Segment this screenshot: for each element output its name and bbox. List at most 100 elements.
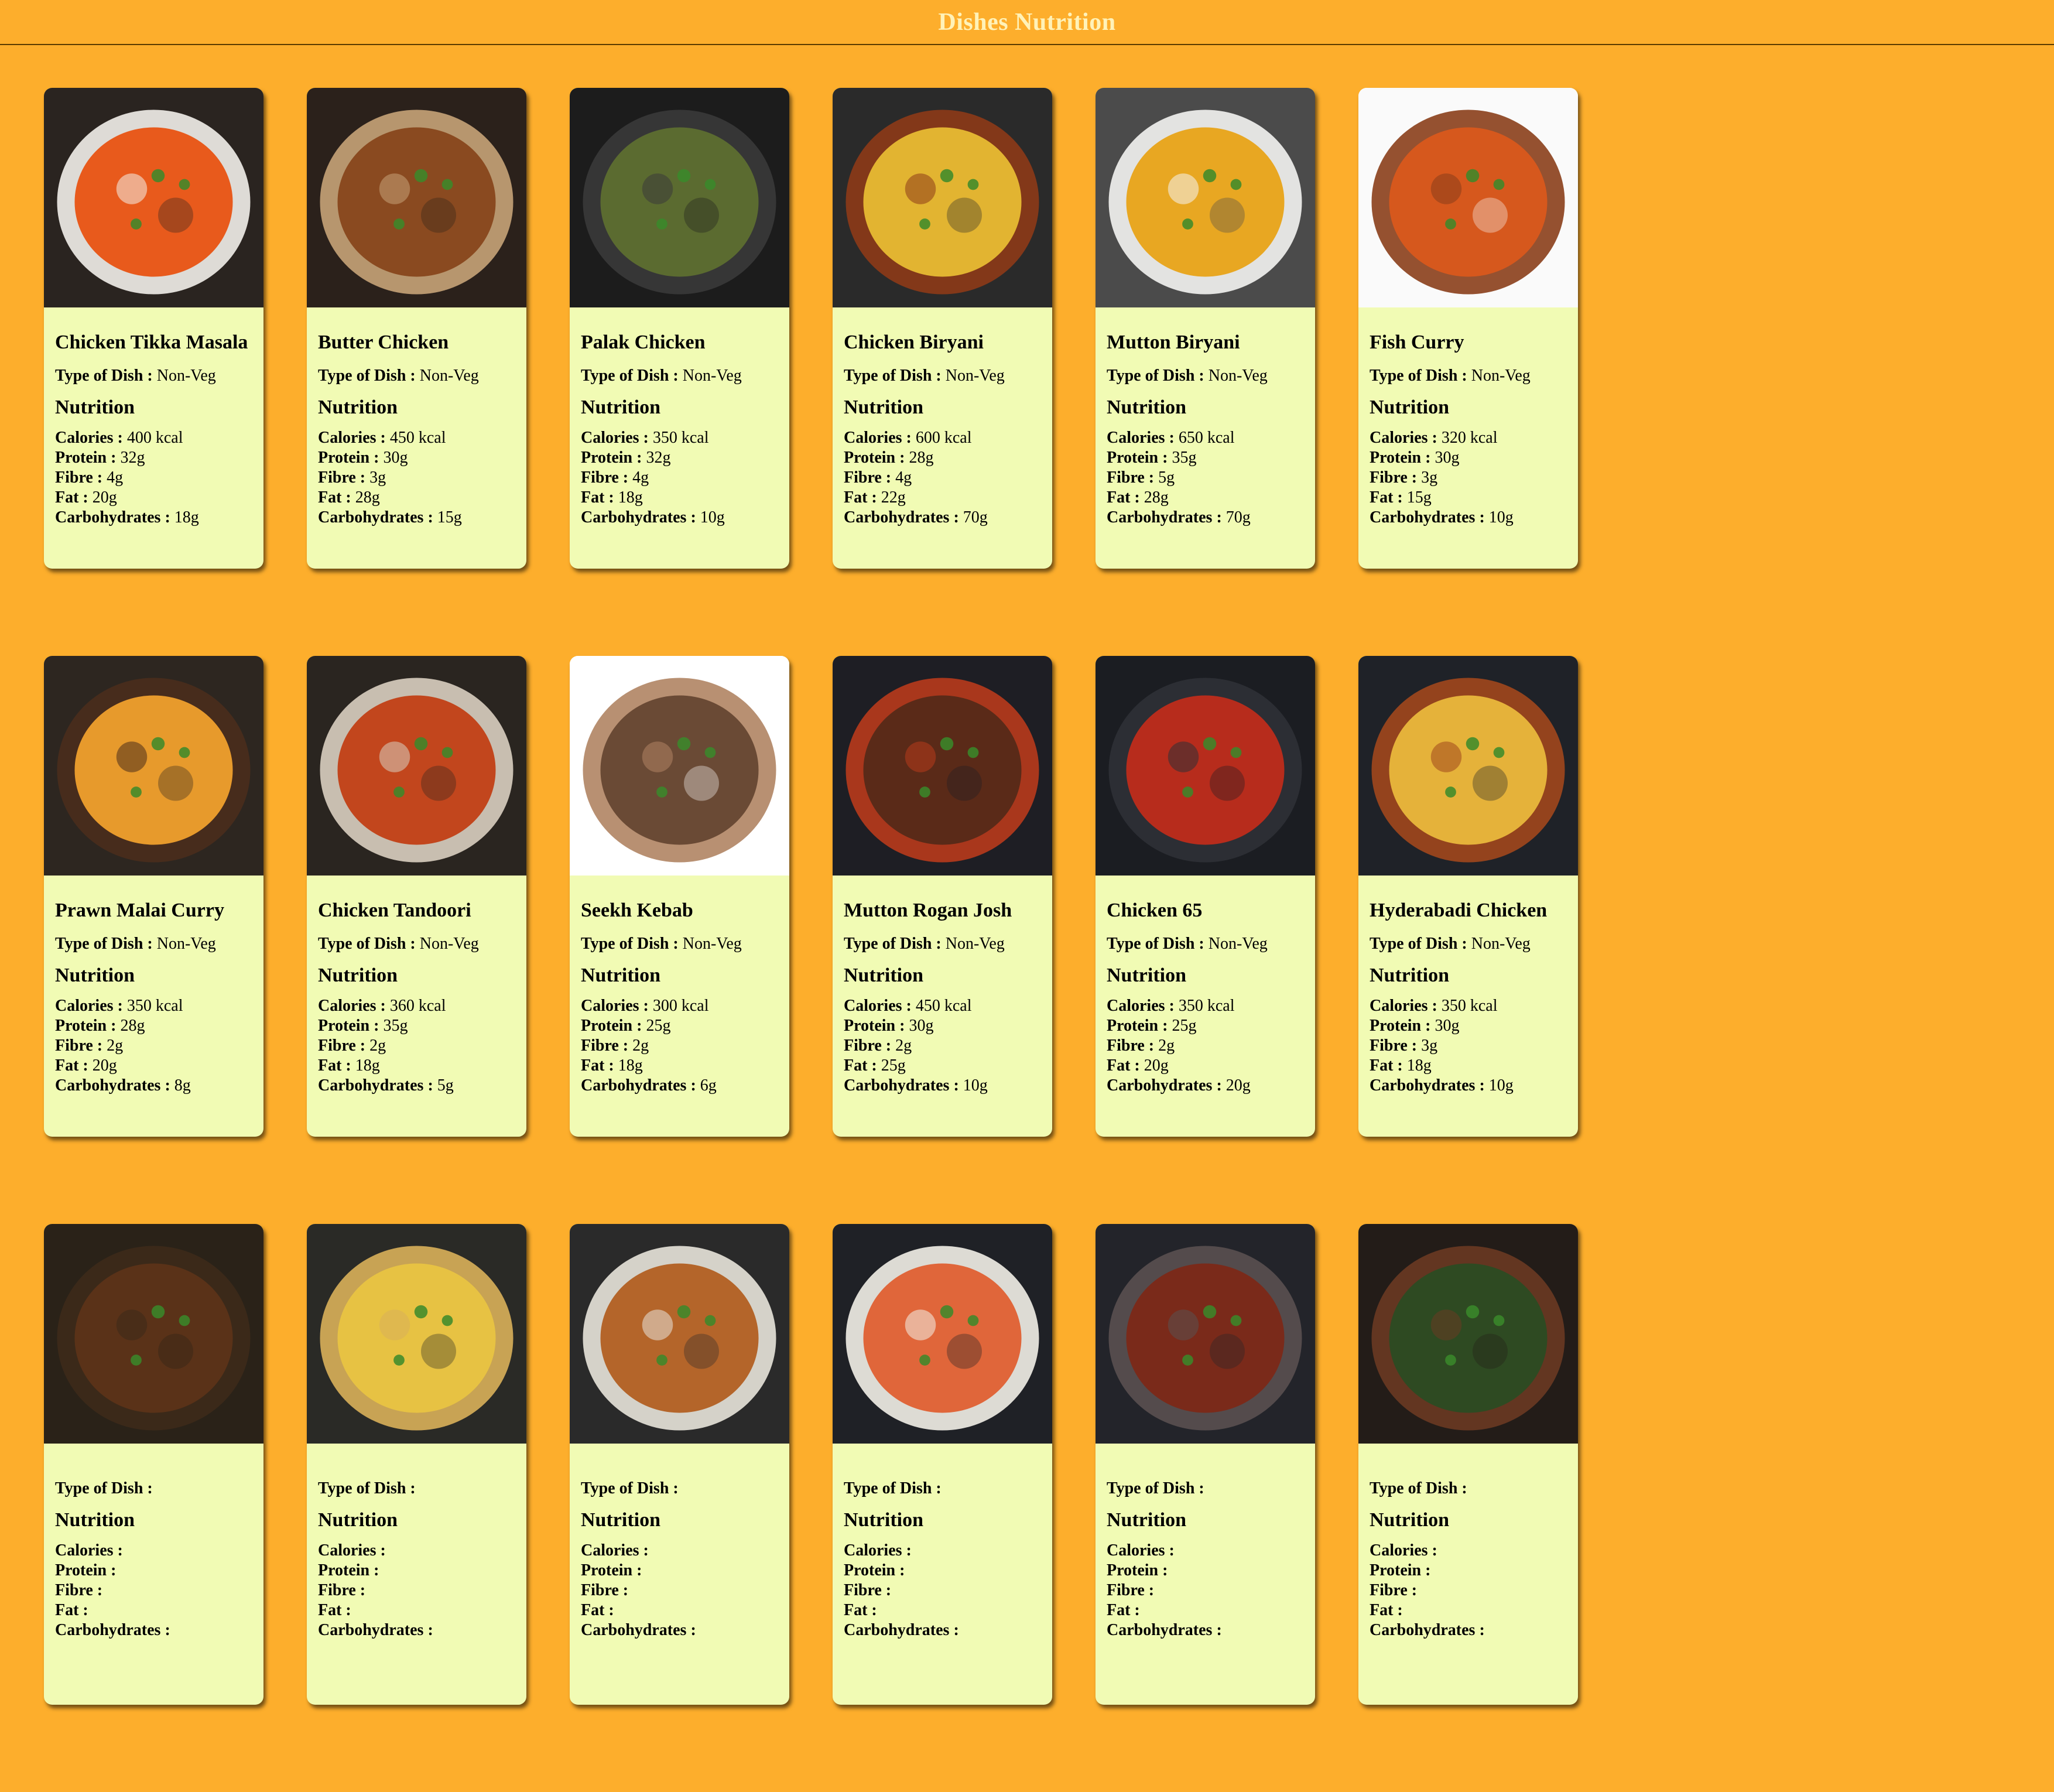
nutrient-fibre: Fibre : 2g — [318, 1036, 515, 1056]
nutrient-fat: Fat : 20g — [55, 488, 252, 508]
nutrient-value: 28g — [909, 449, 934, 467]
dish-image — [1358, 656, 1578, 876]
nutrient-value: 32g — [120, 449, 145, 467]
nutrition-heading: Nutrition — [55, 396, 135, 418]
dish-card[interactable]: Chicken Tikka Masala Type of Dish : Non-V… — [44, 88, 263, 569]
dish-card[interactable]: Prawn Malai Curry Type of Dish : Non-Veg N… — [44, 656, 263, 1137]
nutrient-calories: Calories : 450 kcal — [844, 996, 1041, 1016]
nutrient-value: 300 kcal — [652, 997, 709, 1015]
nutrient-fibre: Fibre : 2g — [581, 1036, 778, 1056]
nutrient-calories: Calories : — [1370, 1541, 1567, 1561]
type-label: Type of Dish : — [318, 367, 416, 385]
nutrient-label: Carbohydrates : — [318, 1621, 433, 1639]
nutrient-value: 10g — [1488, 1076, 1514, 1095]
nutrient-carbohydrates: Carbohydrates : — [844, 1620, 1041, 1640]
page-title: Dishes Nutrition — [938, 8, 1116, 36]
nutrient-value: 10g — [700, 508, 725, 526]
dish-card[interactable]: Type of Dish : Nutrition Calories : Prote… — [1358, 1224, 1578, 1705]
nutrient-label: Protein : — [318, 449, 379, 467]
nutrient-fat: Fat : 22g — [844, 488, 1041, 508]
nutrition-heading: Nutrition — [844, 396, 923, 418]
nutrient-label: Calories : — [844, 1541, 912, 1560]
dish-info: Mutton Biryani Type of Dish : Non-Veg Nutr… — [1096, 307, 1315, 528]
nutrient-label: Carbohydrates : — [1370, 508, 1485, 526]
nutrient-fat: Fat : — [55, 1601, 252, 1620]
nutrient-carbohydrates: Carbohydrates : 10g — [1370, 1076, 1567, 1096]
nutrient-label: Calories : — [1107, 1541, 1175, 1560]
nutrient-carbohydrates: Carbohydrates : — [55, 1620, 252, 1640]
nutrient-carbohydrates: Carbohydrates : — [1107, 1620, 1304, 1640]
nutrient-value: 2g — [369, 1037, 386, 1055]
nutrient-value: 18g — [618, 488, 643, 507]
dish-card[interactable]: Palak Chicken Type of Dish : Non-Veg Nutri… — [570, 88, 789, 569]
dish-type-line: Type of Dish : — [1107, 1479, 1304, 1499]
dish-card[interactable]: Chicken 65 Type of Dish : Non-Veg Nutritio… — [1096, 656, 1315, 1137]
nutrient-fat: Fat : 18g — [581, 1056, 778, 1076]
dish-info: Type of Dish : Nutrition Calories : Prote… — [44, 1444, 263, 1640]
nutrient-fibre: Fibre : 5g — [1107, 468, 1304, 488]
dish-type-line: Type of Dish : — [581, 1479, 778, 1499]
dish-card[interactable]: Seekh Kebab Type of Dish : Non-Veg Nutriti… — [570, 656, 789, 1137]
nutrient-fibre: Fibre : — [581, 1581, 778, 1601]
dish-name: Butter Chicken — [318, 331, 449, 353]
nutrient-label: Calories : — [581, 429, 649, 447]
nutrition-heading: Nutrition — [1107, 965, 1186, 986]
dish-info: Butter Chicken Type of Dish : Non-Veg Nutr… — [307, 307, 526, 528]
nutrient-calories: Calories : 350 kcal — [1107, 996, 1304, 1016]
nutrient-label: Fat : — [581, 1056, 614, 1075]
nutrient-carbohydrates: Carbohydrates : 18g — [55, 508, 252, 528]
nutrient-fibre: Fibre : — [1107, 1581, 1304, 1601]
dish-card[interactable]: Mutton Rogan Josh Type of Dish : Non-Veg N… — [833, 656, 1052, 1137]
nutrient-label: Fibre : — [581, 468, 629, 487]
nutrient-value: 5g — [1158, 468, 1175, 487]
nutrient-fat: Fat : 18g — [1370, 1056, 1567, 1076]
nutrition-heading: Nutrition — [55, 965, 135, 986]
dish-card[interactable]: Chicken Tandoori Type of Dish : Non-Veg Nu… — [307, 656, 526, 1137]
dish-card[interactable]: Type of Dish : Nutrition Calories : Prote… — [44, 1224, 263, 1705]
dish-card[interactable]: Type of Dish : Nutrition Calories : Prote… — [833, 1224, 1052, 1705]
nutrient-label: Fibre : — [581, 1037, 629, 1055]
nutrient-label: Fibre : — [1370, 1037, 1418, 1055]
nutrient-label: Carbohydrates : — [1370, 1076, 1485, 1095]
nutrient-label: Carbohydrates : — [581, 508, 696, 526]
nutrient-label: Carbohydrates : — [844, 1076, 959, 1095]
nutrient-label: Fat : — [1107, 1601, 1140, 1619]
nutrient-value: 18g — [355, 1056, 380, 1075]
dish-card[interactable]: Type of Dish : Nutrition Calories : Prote… — [570, 1224, 789, 1705]
dish-type-line: Type of Dish : Non-Veg — [318, 366, 515, 386]
dish-image — [833, 1224, 1052, 1444]
dish-card[interactable]: Butter Chicken Type of Dish : Non-Veg Nutr… — [307, 88, 526, 569]
nutrient-label: Fat : — [318, 488, 351, 507]
dish-image — [307, 88, 526, 307]
dish-info: Seekh Kebab Type of Dish : Non-Veg Nutriti… — [570, 876, 789, 1096]
dish-type-line: Type of Dish : Non-Veg — [318, 934, 515, 954]
nutrition-heading: Nutrition — [318, 396, 398, 418]
dish-image — [570, 656, 789, 876]
dish-name: Mutton Biryani — [1107, 331, 1240, 353]
dish-grid: Chicken Tikka Masala Type of Dish : Non-V… — [44, 88, 1918, 1792]
nutrient-carbohydrates: Carbohydrates : — [1370, 1620, 1567, 1640]
nutrient-value: 35g — [383, 1017, 408, 1035]
nutrient-label: Protein : — [318, 1561, 379, 1579]
dish-card[interactable]: Type of Dish : Nutrition Calories : Prote… — [307, 1224, 526, 1705]
nutrient-value: 25g — [646, 1017, 671, 1035]
dish-info: Chicken Biryani Type of Dish : Non-Veg Nut… — [833, 307, 1052, 528]
type-label: Type of Dish : — [1370, 935, 1467, 953]
dish-card[interactable]: Fish Curry Type of Dish : Non-Veg Nutritio… — [1358, 88, 1578, 569]
dish-row: Prawn Malai Curry Type of Dish : Non-Veg N… — [44, 656, 1918, 1137]
nutrition-heading: Nutrition — [318, 965, 398, 986]
nutrient-calories: Calories : 360 kcal — [318, 996, 515, 1016]
nutrient-value: 350 kcal — [1441, 997, 1498, 1015]
dish-card[interactable]: Chicken Biryani Type of Dish : Non-Veg Nut… — [833, 88, 1052, 569]
dish-image — [44, 1224, 263, 1444]
nutrient-label: Fat : — [318, 1056, 351, 1075]
dish-card[interactable]: Type of Dish : Nutrition Calories : Prote… — [1096, 1224, 1315, 1705]
nutrient-value: 10g — [963, 1076, 988, 1095]
nutrient-calories: Calories : 300 kcal — [581, 996, 778, 1016]
nutrient-protein: Protein : 32g — [55, 448, 252, 468]
nutrition-heading: Nutrition — [318, 1509, 398, 1531]
dish-card[interactable]: Mutton Biryani Type of Dish : Non-Veg Nutr… — [1096, 88, 1315, 569]
nutrition-heading: Nutrition — [1370, 965, 1449, 986]
nutrient-calories: Calories : — [844, 1541, 1041, 1561]
dish-card[interactable]: Hyderabadi Chicken Type of Dish : Non-Veg… — [1358, 656, 1578, 1137]
